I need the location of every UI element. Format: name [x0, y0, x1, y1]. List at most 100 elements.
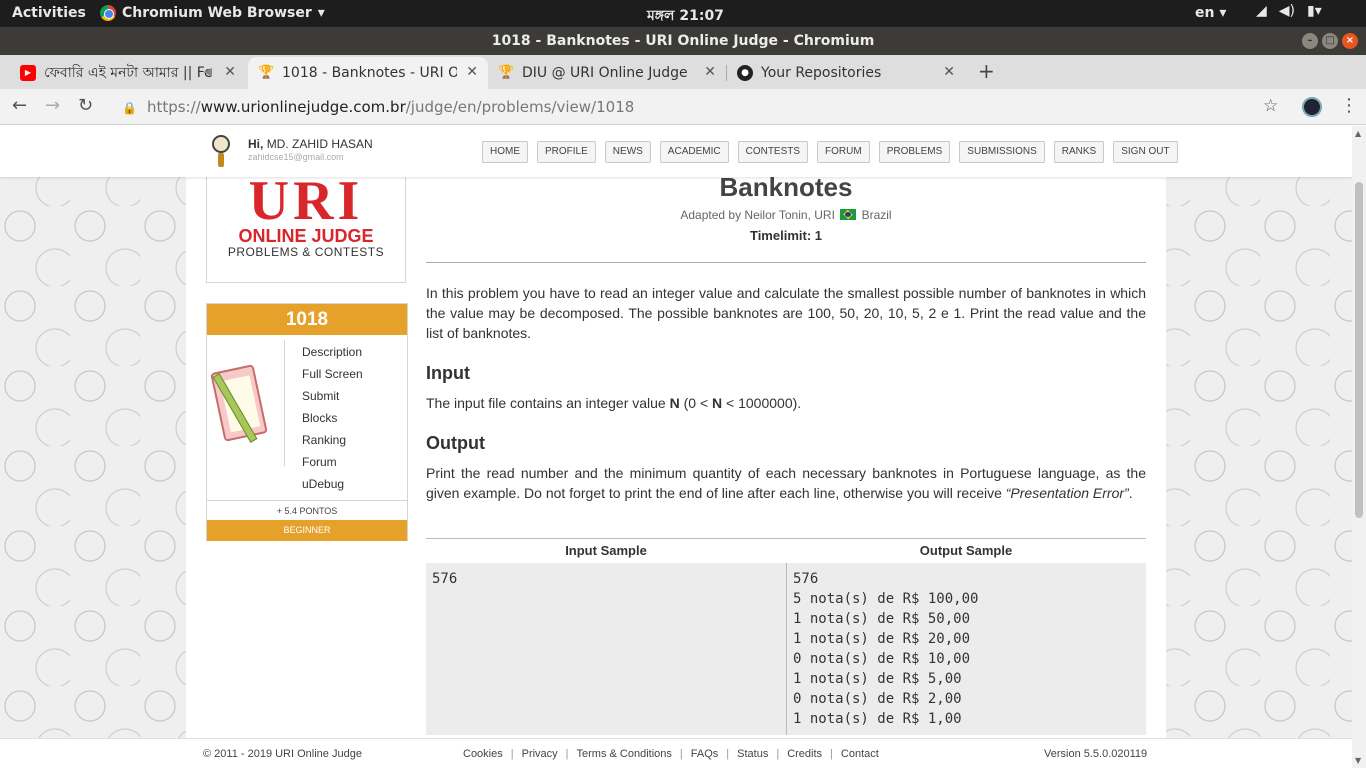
- tab-label: Your Repositories: [761, 65, 882, 81]
- mute-icon[interactable]: ◀: [204, 65, 212, 78]
- menu-blocks[interactable]: Blocks: [302, 407, 363, 429]
- window-title-bar: 1018 - Banknotes - URI Online Judge - Ch…: [0, 27, 1366, 55]
- input-heading: Input: [426, 363, 470, 383]
- output-description: Print the read number and the minimum qu…: [426, 465, 1146, 501]
- wifi-icon: ◢: [1256, 3, 1267, 19]
- nav-forum[interactable]: FORUM: [817, 141, 870, 163]
- sample-table: Input Sample Output Sample 576 576 5 not…: [426, 538, 1146, 735]
- trophy-icon: 🏆: [258, 65, 275, 80]
- nav-profile[interactable]: PROFILE: [537, 141, 596, 163]
- main-nav: HOME PROFILE NEWS ACADEMIC CONTESTS FORU…: [482, 141, 1178, 163]
- footer-terms[interactable]: Terms & Conditions: [577, 739, 672, 768]
- author-country: Brazil: [861, 208, 892, 222]
- minimize-icon[interactable]: –: [1302, 33, 1318, 49]
- logo-line1: ONLINE JUDGE: [238, 226, 374, 246]
- reload-icon[interactable]: ↻: [78, 95, 93, 116]
- copyright: © 2011 - 2019 URI Online Judge: [203, 748, 362, 760]
- clock[interactable]: মঙ্গল 21:07: [647, 4, 724, 28]
- app-menu[interactable]: Chromium Web Browser ▾: [100, 5, 325, 21]
- menu-forum[interactable]: Forum: [302, 451, 363, 473]
- system-tray[interactable]: ◢ ◀) ▮▾: [1256, 3, 1322, 19]
- back-icon[interactable]: ←: [12, 95, 27, 116]
- scrollbar-thumb[interactable]: [1355, 182, 1363, 518]
- input-sample-header: Input Sample: [426, 539, 786, 563]
- battery-icon: ▮▾: [1307, 3, 1322, 19]
- nav-contests[interactable]: CONTESTS: [737, 141, 809, 163]
- problem-level: BEGINNER: [207, 520, 407, 541]
- footer-credits[interactable]: Credits: [787, 739, 822, 768]
- tab-label: 1018 - Banknotes - URI Onl: [282, 65, 457, 81]
- menu-description[interactable]: Description: [302, 341, 363, 363]
- tab-youtube[interactable]: ▶ ফেবারি এই মনটা আমার || Fe ◀ ✕: [10, 57, 246, 89]
- profile-avatar[interactable]: [1302, 97, 1322, 117]
- timelimit: Timelimit: 1: [749, 228, 822, 243]
- problem-number: 1018: [207, 304, 407, 335]
- input-sample: 576: [426, 563, 786, 735]
- chevron-down-icon: ▾: [317, 5, 325, 21]
- output-heading: Output: [426, 433, 485, 453]
- tab-github[interactable]: ● Your Repositories ✕: [727, 57, 965, 89]
- nav-ranks[interactable]: RANKS: [1053, 141, 1105, 163]
- author-text: Adapted by Neilor Tonin, URI: [680, 208, 835, 222]
- version: Version 5.5.0.020119: [1044, 748, 1148, 760]
- url-path: /judge/en/problems/view/1018: [405, 98, 635, 116]
- problem-sidebar: 1018 Description Full Screen Submit Bloc…: [206, 303, 408, 541]
- user-email: zahidcse15@gmail.com: [248, 152, 344, 162]
- menu-icon[interactable]: ⋮: [1340, 95, 1358, 116]
- tab-banknotes[interactable]: 🏆 1018 - Banknotes - URI Onl ✕: [248, 57, 488, 89]
- trophy-icon: 🏆: [498, 65, 515, 80]
- close-window-icon[interactable]: ×: [1342, 33, 1358, 49]
- menu-ranking[interactable]: Ranking: [302, 429, 363, 451]
- nav-news[interactable]: NEWS: [604, 141, 651, 163]
- chromium-icon: [100, 5, 116, 21]
- os-top-bar: Activities Chromium Web Browser ▾ মঙ্গল …: [0, 0, 1366, 27]
- footer-contact[interactable]: Contact: [841, 739, 879, 768]
- tab-label: ফেবারি এই মনটা আমার || Fe: [44, 65, 213, 81]
- nav-submissions[interactable]: SUBMISSIONS: [959, 141, 1045, 163]
- language-indicator[interactable]: en ▾: [1195, 5, 1226, 21]
- footer-status[interactable]: Status: [737, 739, 768, 768]
- menu-submit[interactable]: Submit: [302, 385, 363, 407]
- menu-full-screen[interactable]: Full Screen: [302, 363, 363, 385]
- tab-strip: ▶ ফেবারি এই মনটা আমার || Fe ◀ ✕ 🏆 1018 -…: [0, 55, 1366, 89]
- maximize-icon[interactable]: □: [1322, 33, 1338, 49]
- address-bar[interactable]: 🔒 https://www.urionlinejudge.com.br/judge…: [112, 93, 1292, 121]
- user-avatar[interactable]: [206, 135, 236, 167]
- lock-icon[interactable]: 🔒: [122, 101, 137, 115]
- nav-problems[interactable]: PROBLEMS: [878, 141, 951, 163]
- close-tab-icon[interactable]: ✕: [943, 64, 955, 80]
- output-sample: 576 5 nota(s) de R$ 100,00 1 nota(s) de …: [787, 563, 1146, 735]
- close-tab-icon[interactable]: ✕: [224, 64, 236, 80]
- new-tab-button[interactable]: +: [978, 59, 995, 83]
- site-footer: © 2011 - 2019 URI Online Judge Cookies | …: [0, 738, 1352, 768]
- youtube-icon: ▶: [20, 65, 36, 81]
- app-menu-label: Chromium Web Browser: [122, 5, 312, 21]
- scroll-down-icon[interactable]: ▼: [1355, 756, 1361, 765]
- activities-button[interactable]: Activities: [12, 5, 86, 21]
- problem-menu: Description Full Screen Submit Blocks Ra…: [302, 341, 363, 495]
- footer-cookies[interactable]: Cookies: [463, 739, 503, 768]
- window-controls: – □ ×: [1302, 33, 1358, 49]
- footer-faqs[interactable]: FAQs: [691, 739, 719, 768]
- nav-academic[interactable]: ACADEMIC: [659, 141, 729, 163]
- nav-home[interactable]: HOME: [482, 141, 528, 163]
- output-sample-header: Output Sample: [786, 539, 1146, 563]
- page-scrollbar[interactable]: ▲ ▼: [1352, 126, 1366, 768]
- close-tab-icon[interactable]: ✕: [466, 64, 478, 80]
- problem-author: Adapted by Neilor Tonin, URI Brazil: [426, 208, 1146, 222]
- site-logo[interactable]: URI ONLINE JUDGE PROBLEMS & CONTESTS: [206, 173, 406, 283]
- tab-diu[interactable]: 🏆 DIU @ URI Online Judge ✕: [488, 57, 726, 89]
- brazil-flag-icon: [840, 209, 857, 220]
- github-icon: ●: [737, 65, 753, 81]
- close-tab-icon[interactable]: ✕: [704, 64, 716, 80]
- volume-icon: ◀): [1278, 3, 1296, 19]
- window-title: 1018 - Banknotes - URI Online Judge - Ch…: [491, 33, 875, 49]
- bookmark-star-icon[interactable]: ☆: [1263, 96, 1278, 116]
- menu-udebug[interactable]: uDebug: [302, 473, 363, 495]
- forward-icon[interactable]: →: [45, 95, 60, 116]
- input-description: The input file contains an integer value…: [426, 395, 802, 411]
- footer-privacy[interactable]: Privacy: [522, 739, 558, 768]
- nav-sign-out[interactable]: SIGN OUT: [1113, 141, 1178, 163]
- problem-description: In this problem you have to read an inte…: [426, 285, 1146, 341]
- scroll-up-icon[interactable]: ▲: [1355, 129, 1361, 138]
